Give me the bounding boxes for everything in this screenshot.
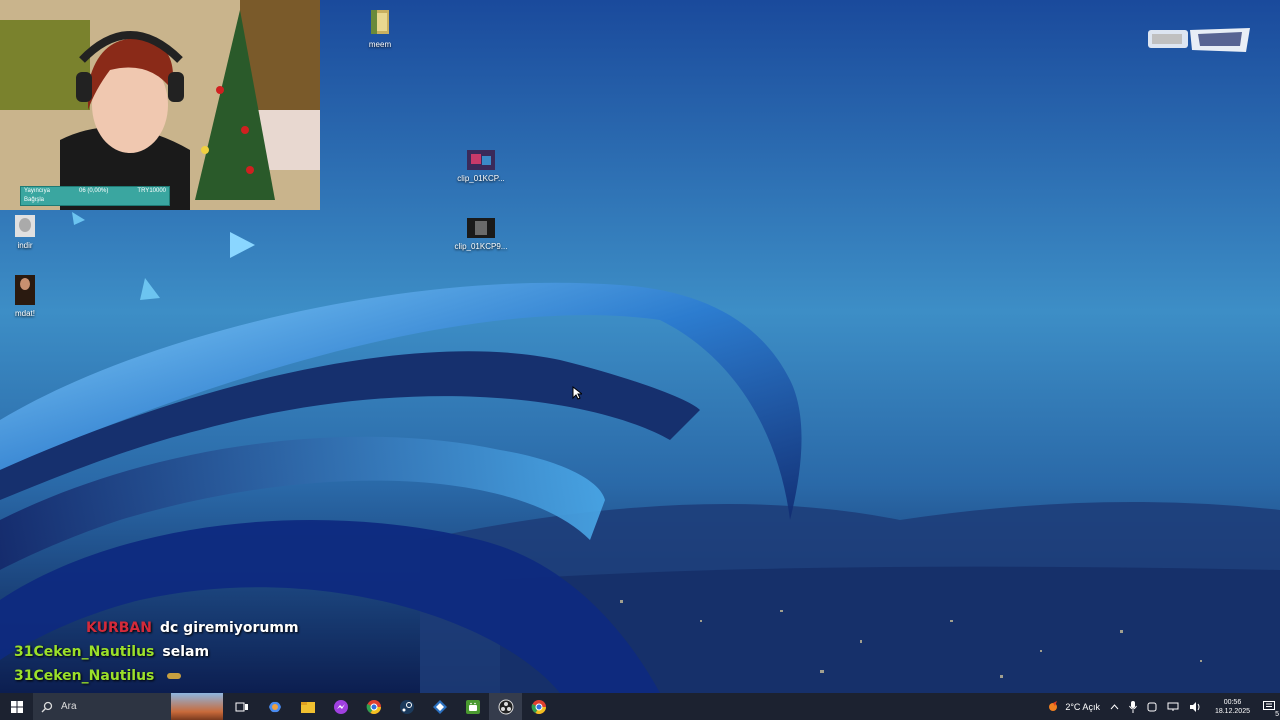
network-button[interactable] [1167,702,1179,712]
chrome-icon [366,699,381,714]
tray-overflow-button[interactable] [1110,703,1119,710]
folder-icon [350,8,410,38]
weather-widget[interactable]: 2°C Açık [1047,700,1100,714]
chat-username: 31Ceken_Nautilus [14,668,155,684]
system-tray: 2°C Açık 00:56 18.12.2025 5 [1042,693,1280,720]
task-view-icon [235,702,248,711]
taskbar-app-android[interactable] [456,693,489,720]
image-file-icon [0,275,55,307]
clock-date: 18.12.2025 [1214,707,1250,715]
weather-text: 2°C Açık [1065,701,1100,712]
desktop-icon-mdat[interactable]: mdat! [0,275,55,318]
desktop-icon-clip-2[interactable]: clip_01KCP9... [451,218,511,251]
desktop-icon-label: clip_01KCP9... [454,242,508,251]
donation-label: Yayıncıya [24,188,50,194]
stream-logo [1146,26,1252,54]
taskbar-app-file-explorer[interactable] [291,693,324,720]
donation-sub-label: Bağışla [24,197,45,203]
notification-badge: 5 [1275,711,1279,718]
app-icon [432,699,447,714]
messenger-icon [333,699,348,714]
chat-line: 31Ceken_Nautilus selam [14,641,334,665]
search-icon [41,701,53,712]
notification-button[interactable]: 5 [1263,701,1279,718]
taskbar-app-utility[interactable] [423,693,456,720]
chat-message: dc giremiyorumm [159,620,299,636]
search-placeholder: Ara [61,701,77,712]
clock[interactable]: 00:56 18.12.2025 [1215,698,1250,716]
tray-app-button[interactable] [1147,702,1157,712]
desktop-icon-label: meem [368,40,392,49]
mouse-cursor-icon [572,386,582,400]
chat-line: 31Ceken_Nautilus [14,665,334,689]
donation-overlay: Yayıncıya 06 (0,00%) TRY10000 Bağışla [20,186,170,206]
chrome-icon [531,699,546,714]
android-icon [465,699,480,714]
webcam-overlay: Yayıncıya 06 (0,00%) TRY10000 Bağışla [0,0,320,210]
task-view-button[interactable] [225,693,258,720]
taskbar-app-obs[interactable] [489,693,522,720]
search-highlight-image [171,693,223,720]
chat-username: KURBAN [86,620,152,636]
steam-icon [399,699,414,714]
stream-chat-overlay: KURBAN dc giremiyorumm 31Ceken_Nautilus se… [14,617,334,689]
microphone-button[interactable] [1129,700,1137,713]
donation-progress: 06 (0,00%) [78,188,109,194]
desktop-icon-indir[interactable]: indir [0,215,55,250]
chevron-up-icon [1110,703,1119,709]
donation-goal: TRY10000 [137,188,166,194]
network-icon [1167,702,1179,711]
video-thumbnail-icon [451,218,511,240]
emote-icon [167,673,182,679]
clock-time: 00:56 [1223,698,1242,706]
file-explorer-icon [300,701,315,713]
taskbar-app-chrome-2[interactable] [522,693,555,720]
weather-icon [1049,700,1058,711]
video-thumbnail-icon [451,150,511,172]
desktop-icon-label: clip_01KCP... [457,174,505,183]
chat-line: KURBAN dc giremiyorumm [14,617,334,641]
obs-icon [498,699,513,714]
copilot-icon [268,701,281,712]
tray-app-icon [1147,702,1157,711]
desktop-icon-clip-1[interactable]: clip_01KCP... [451,150,511,183]
start-button[interactable] [0,693,33,720]
notification-icon [1263,701,1275,710]
search-box[interactable]: Ara [33,693,223,720]
chat-message: selam [162,644,210,660]
taskbar: Ara 2°C Açık 00:56 18.12.2025 5 [0,693,1280,720]
microphone-icon [1129,700,1137,713]
chat-username: 31Ceken_Nautilus [14,644,155,660]
windows-logo-icon [10,700,23,713]
taskbar-app-chrome[interactable] [357,693,390,720]
webcam-feed [0,0,320,210]
taskbar-app-copilot[interactable] [258,693,291,720]
taskbar-app-steam[interactable] [390,693,423,720]
desktop-icon-meem[interactable]: meem [350,8,410,49]
desktop-icon-label: indir [17,241,33,250]
taskbar-app-messenger[interactable] [324,693,357,720]
image-file-icon [0,215,55,239]
desktop-icon-label: mdat! [14,309,35,318]
speaker-icon [1189,701,1200,712]
volume-button[interactable] [1189,701,1202,712]
